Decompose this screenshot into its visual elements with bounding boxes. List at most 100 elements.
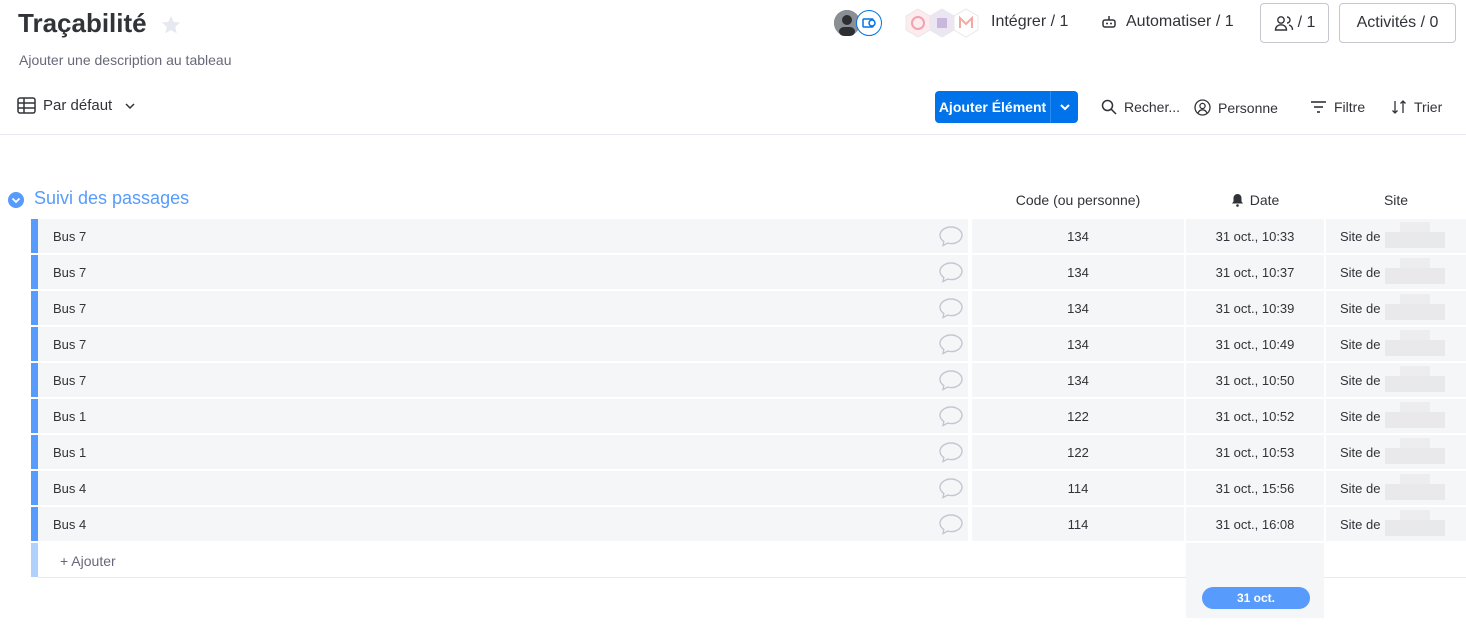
date-cell[interactable]: 31 oct., 15:56 (1186, 471, 1324, 505)
site-cell[interactable]: Site de (1326, 219, 1466, 253)
date-cell[interactable]: 31 oct., 10:37 (1186, 255, 1324, 289)
item-name[interactable]: Bus 4 (53, 481, 86, 496)
item-name-cell[interactable]: Bus 4 (38, 471, 968, 505)
comment-bubble-icon[interactable] (938, 333, 964, 355)
item-name[interactable]: Bus 4 (53, 517, 86, 532)
code-cell[interactable]: 134 (972, 219, 1184, 253)
code-cell[interactable]: 114 (972, 507, 1184, 541)
item-name-cell[interactable]: Bus 1 (38, 435, 968, 469)
table-row[interactable]: Bus 1 122 31 oct., 10:53 Site de (31, 435, 1466, 469)
code-cell[interactable]: 114 (972, 471, 1184, 505)
chevron-down-icon (125, 102, 135, 109)
redacted-site (1400, 366, 1430, 376)
table-row[interactable]: Bus 7 134 31 oct., 10:39 Site de (31, 291, 1466, 325)
date-cell[interactable]: 31 oct., 10:52 (1186, 399, 1324, 433)
table-row[interactable]: Bus 7 134 31 oct., 10:50 Site de (31, 363, 1466, 397)
table-row[interactable]: Bus 4 114 31 oct., 15:56 Site de (31, 471, 1466, 505)
site-label: Site de (1340, 229, 1381, 244)
redacted-site (1400, 510, 1430, 520)
date-cell[interactable]: 31 oct., 10:49 (1186, 327, 1324, 361)
code-cell[interactable]: 122 (972, 399, 1184, 433)
board-description[interactable]: Ajouter une description au tableau (19, 52, 231, 68)
item-name[interactable]: Bus 7 (53, 265, 86, 280)
date-cell[interactable]: 31 oct., 10:50 (1186, 363, 1324, 397)
site-cell[interactable]: Site de (1326, 327, 1466, 361)
item-name[interactable]: Bus 7 (53, 373, 86, 388)
site-label: Site de (1340, 337, 1381, 352)
item-name-cell[interactable]: Bus 7 (38, 255, 968, 289)
row-color-bar (31, 471, 38, 505)
board-title[interactable]: Traçabilité (18, 8, 147, 39)
date-cell[interactable]: 31 oct., 16:08 (1186, 507, 1324, 541)
redacted-site (1385, 304, 1445, 320)
item-name[interactable]: Bus 1 (53, 409, 86, 424)
column-header-code[interactable]: Code (ou personne) (972, 192, 1184, 208)
item-name-cell[interactable]: Bus 1 (38, 399, 968, 433)
group-title[interactable]: Suivi des passages (34, 188, 189, 209)
column-header-site[interactable]: Site (1326, 192, 1466, 208)
activity-button[interactable]: Activités / 0 (1339, 3, 1456, 43)
item-name-cell[interactable]: Bus 4 (38, 507, 968, 541)
date-cell[interactable]: 31 oct., 10:33 (1186, 219, 1324, 253)
code-cell[interactable]: 122 (972, 435, 1184, 469)
add-item-dropdown[interactable] (1051, 91, 1078, 123)
code-cell[interactable]: 134 (972, 363, 1184, 397)
item-name-cell[interactable]: Bus 7 (38, 219, 968, 253)
item-name[interactable]: Bus 7 (53, 301, 86, 316)
date-cell[interactable]: 31 oct., 10:53 (1186, 435, 1324, 469)
person-filter-button[interactable]: Personne (1194, 99, 1278, 116)
row-color-bar (31, 327, 38, 361)
item-name-cell[interactable]: Bus 7 (38, 363, 968, 397)
comment-bubble-icon[interactable] (938, 477, 964, 499)
table-row[interactable]: Bus 7 134 31 oct., 10:37 Site de (31, 255, 1466, 289)
site-cell[interactable]: Site de (1326, 291, 1466, 325)
table-icon (17, 97, 36, 114)
site-cell[interactable]: Site de (1326, 399, 1466, 433)
site-label: Site de (1340, 265, 1381, 280)
code-cell[interactable]: 134 (972, 291, 1184, 325)
automate-button[interactable]: Automatiser / 1 (1100, 13, 1234, 31)
board-view-icon[interactable] (856, 10, 882, 36)
collapse-group-icon[interactable] (8, 192, 24, 208)
table-row[interactable]: Bus 1 122 31 oct., 10:52 Site de (31, 399, 1466, 433)
date-cell[interactable]: 31 oct., 10:39 (1186, 291, 1324, 325)
table-row[interactable]: Bus 7 134 31 oct., 10:33 Site de (31, 219, 1466, 253)
members-button[interactable]: / 1 (1260, 3, 1329, 43)
search-button[interactable]: Recher... (1101, 99, 1180, 115)
item-name[interactable]: Bus 7 (53, 229, 86, 244)
column-header-date[interactable]: Date (1186, 192, 1324, 208)
integrations-icons[interactable] (903, 8, 985, 38)
site-cell[interactable]: Site de (1326, 507, 1466, 541)
item-name[interactable]: Bus 1 (53, 445, 86, 460)
activity-label: Activités / 0 (1356, 14, 1439, 31)
sort-button[interactable]: Trier (1391, 99, 1442, 115)
comment-bubble-icon[interactable] (938, 261, 964, 283)
add-item-main[interactable]: Ajouter Élément (935, 91, 1051, 123)
site-cell[interactable]: Site de (1326, 471, 1466, 505)
site-cell[interactable]: Site de (1326, 255, 1466, 289)
table-row[interactable]: Bus 4 114 31 oct., 16:08 Site de (31, 507, 1466, 541)
site-cell[interactable]: Site de (1326, 363, 1466, 397)
filter-button[interactable]: Filtre (1310, 99, 1365, 115)
view-selector[interactable]: Par défaut (17, 97, 137, 114)
comment-bubble-icon[interactable] (938, 405, 964, 427)
table-row[interactable]: Bus 7 134 31 oct., 10:49 Site de (31, 327, 1466, 361)
redacted-site (1400, 294, 1430, 304)
add-item-row[interactable]: + Ajouter (60, 553, 116, 569)
comment-bubble-icon[interactable] (938, 297, 964, 319)
comment-bubble-icon[interactable] (938, 441, 964, 463)
site-cell[interactable]: Site de (1326, 435, 1466, 469)
integrate-button[interactable]: Intégrer / 1 (991, 13, 1068, 31)
comment-bubble-icon[interactable] (938, 369, 964, 391)
item-name-cell[interactable]: Bus 7 (38, 327, 968, 361)
code-cell[interactable]: 134 (972, 255, 1184, 289)
date-summary-badge[interactable]: 31 oct. (1202, 587, 1310, 609)
item-name[interactable]: Bus 7 (53, 337, 86, 352)
favorite-star-icon[interactable] (160, 14, 182, 36)
item-name-cell[interactable]: Bus 7 (38, 291, 968, 325)
code-cell[interactable]: 134 (972, 327, 1184, 361)
comment-bubble-icon[interactable] (938, 513, 964, 535)
row-color-bar (31, 435, 38, 469)
comment-bubble-icon[interactable] (938, 225, 964, 247)
add-item-button[interactable]: Ajouter Élément (935, 91, 1078, 123)
